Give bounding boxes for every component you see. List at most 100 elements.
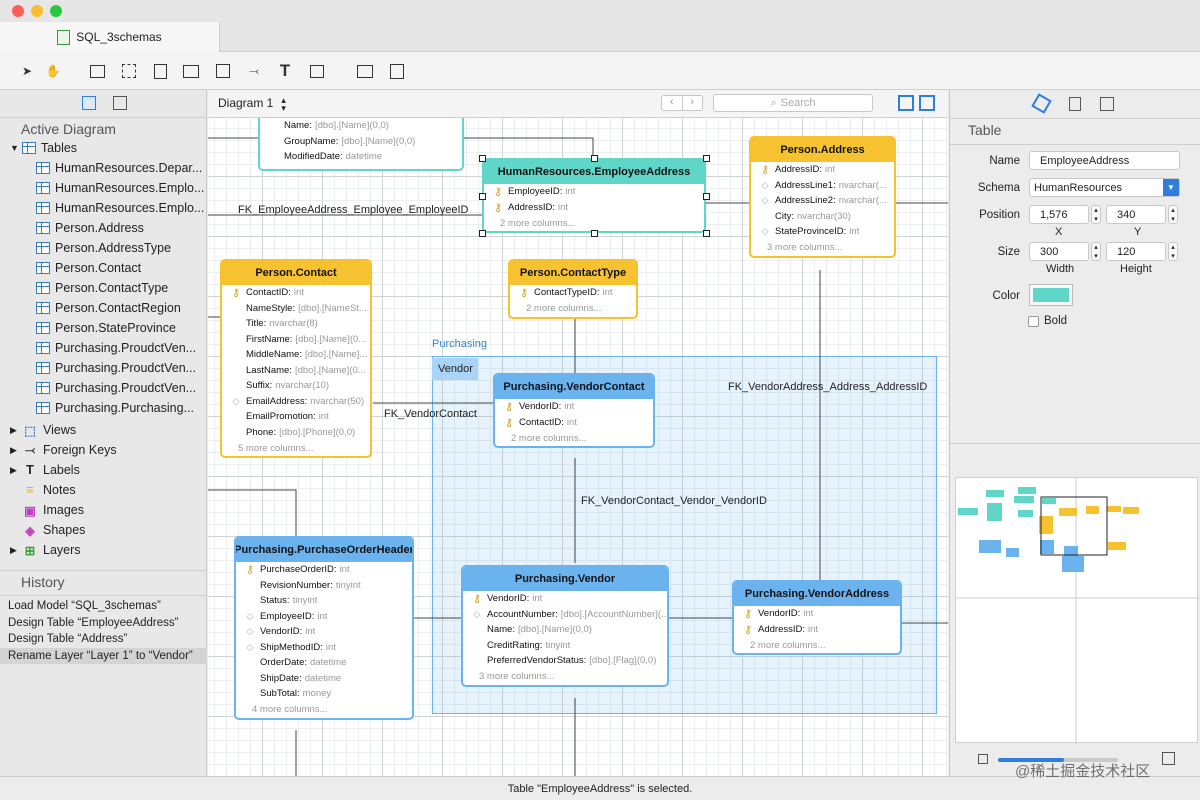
split-right-icon[interactable]: [919, 95, 935, 111]
table-vendoraddr[interactable]: Purchasing.VendorAddress ⚷ VendorID: int ⚷ Ad…: [732, 580, 902, 655]
minimize-window-button[interactable]: [31, 5, 43, 17]
sidebar-section-image[interactable]: ▣ Images: [0, 500, 207, 520]
sidebar-table-item[interactable]: Purchasing.ProudctVen...: [0, 338, 207, 358]
pointer-tool-icon[interactable]: ➤: [18, 62, 36, 80]
table-column-row[interactable]: GroupName: [dbo].[Name](0,0): [260, 134, 462, 150]
table-column-row[interactable]: CreditRating: tinyint: [463, 638, 667, 654]
image-icon[interactable]: [1100, 97, 1114, 111]
table-column-row[interactable]: PreferredVendorStatus: [dbo].[Flag](0,0): [463, 653, 667, 669]
diagram-selector[interactable]: Diagram 1 ▴ ▾: [218, 96, 286, 113]
table-column-row[interactable]: ◇ AddressLine1: nvarchar(...: [751, 178, 894, 194]
table-column-row[interactable]: FirstName: [dbo].[Name](0...: [222, 332, 370, 348]
table-column-row[interactable]: Suffix: nvarchar(10): [222, 378, 370, 394]
history-item[interactable]: Rename Layer “Layer 1” to “Vendor”: [0, 647, 207, 664]
x-stepper[interactable]: ▴ ▾: [1091, 205, 1101, 224]
table-column-row[interactable]: Name: [dbo].[Name](0,0): [260, 118, 462, 134]
table-column-row[interactable]: ModifiedDate: datetime: [260, 149, 462, 165]
table-column-row[interactable]: City: nvarchar(30): [751, 209, 894, 225]
sidebar-section-note[interactable]: ≡ Notes: [0, 480, 207, 500]
minimap[interactable]: [955, 477, 1199, 744]
view-tool-icon[interactable]: [120, 62, 138, 80]
diagram-tab-icon[interactable]: [82, 96, 96, 110]
height-stepper[interactable]: ▴ ▾: [1168, 242, 1178, 261]
more-columns[interactable]: 4 more columns...: [236, 702, 412, 718]
sidebar-table-item[interactable]: Person.ContactType: [0, 278, 207, 298]
fk-label[interactable]: FK_VendorContact: [384, 408, 477, 420]
more-columns[interactable]: 2 more columns...: [510, 301, 636, 317]
width-input[interactable]: 300: [1029, 242, 1089, 261]
table-column-row[interactable]: ⚷ ContactTypeID: int: [510, 285, 636, 301]
more-columns[interactable]: 2 more columns...: [484, 215, 704, 231]
table-poh[interactable]: Purchasing.PurchaseOrderHeader ⚷ PurchaseO…: [234, 536, 414, 720]
table-column-row[interactable]: Phone: [dbo].[Phone](0,0): [222, 425, 370, 441]
table-column-row[interactable]: ◇ EmployeeID: int: [236, 609, 412, 625]
table-column-row[interactable]: ◇ AddressLine2: nvarchar(...: [751, 193, 894, 209]
zoom-window-button[interactable]: [50, 5, 62, 17]
fk-label[interactable]: FK_EmployeeAddress_Employee_EmployeeID: [238, 204, 469, 216]
selection-handle[interactable]: [479, 230, 486, 237]
forward-icon[interactable]: ›: [683, 96, 703, 110]
table-contact[interactable]: Person.Contact ⚷ ContactID: int NameStyle: [d…: [220, 259, 372, 458]
history-item[interactable]: Design Table “Address”: [0, 631, 207, 647]
table-column-row[interactable]: ◇ AccountNumber: [dbo].[AccountNumber](...: [463, 607, 667, 623]
table-column-row[interactable]: ⚷ ContactID: int: [222, 285, 370, 301]
table-column-row[interactable]: NameStyle: [dbo].[NameSt...: [222, 301, 370, 317]
more-columns[interactable]: 2 more columns...: [495, 430, 653, 446]
table-contacttype[interactable]: Person.ContactType ⚷ ContactTypeID: int 2 mo…: [508, 259, 638, 319]
table-column-row[interactable]: ◇ ShipMethodID: int: [236, 640, 412, 656]
table-column-row[interactable]: ⚷ AddressID: int: [751, 162, 894, 178]
close-window-button[interactable]: [12, 5, 24, 17]
sidebar-table-item[interactable]: Purchasing.ProudctVen...: [0, 358, 207, 378]
table-column-row[interactable]: ◇ StateProvinceID: int: [751, 224, 894, 240]
diagram-canvas[interactable]: Vendor Purchasing FK_EmployeeAddress_Emp…: [208, 118, 948, 776]
more-columns[interactable]: 5 more columns...: [222, 440, 370, 456]
note-tool-icon[interactable]: [151, 62, 169, 80]
model-tab-icon[interactable]: [113, 96, 127, 110]
document-icon[interactable]: [1069, 97, 1081, 111]
preview-tool-icon[interactable]: [388, 62, 406, 80]
document-tab[interactable]: SQL_3schemas: [0, 22, 220, 52]
table-column-row[interactable]: EmailPromotion: int: [222, 409, 370, 425]
table-tool-icon[interactable]: [88, 62, 106, 80]
table-address[interactable]: Person.Address ⚷ AddressID: int ◇ AddressLine…: [749, 136, 896, 258]
sidebar-section-label[interactable]: ▶ T Labels: [0, 460, 207, 480]
height-input[interactable]: 120: [1106, 242, 1166, 261]
table-column-row[interactable]: ⚷ VendorID: int: [734, 606, 900, 622]
selection-handle[interactable]: [703, 155, 710, 162]
table-column-row[interactable]: Name: [dbo].[Name](0,0): [463, 622, 667, 638]
hand-tool-icon[interactable]: ✋: [44, 62, 62, 80]
history-item[interactable]: Load Model “SQL_3schemas”: [0, 598, 207, 614]
table-vendor[interactable]: Purchasing.Vendor ⚷ VendorID: int ◇ AccountNu…: [461, 565, 669, 687]
selection-handle[interactable]: [591, 155, 598, 162]
x-input[interactable]: 1,576: [1029, 205, 1089, 224]
sidebar-section-foreign-key[interactable]: ▶ ⤙ Foreign Keys: [0, 440, 207, 460]
more-columns[interactable]: 3 more columns...: [463, 669, 667, 685]
table-column-row[interactable]: ⚷ PurchaseOrderID: int: [236, 562, 412, 578]
sidebar-table-item[interactable]: Person.Address: [0, 218, 207, 238]
tables-group[interactable]: ▼ Tables: [0, 138, 207, 158]
table-vendorcontact[interactable]: Purchasing.VendorContact ⚷ VendorID: int ⚷ Co…: [493, 373, 655, 448]
table-column-row[interactable]: OrderDate: datetime: [236, 655, 412, 671]
sidebar-table-item[interactable]: Person.Contact: [0, 258, 207, 278]
fk-label[interactable]: FK_VendorAddress_Address_AddressID: [728, 381, 927, 393]
name-input[interactable]: EmployeeAddress: [1029, 151, 1180, 170]
schema-select[interactable]: HumanResources ▼: [1029, 178, 1180, 197]
shape-tool-icon[interactable]: [308, 62, 326, 80]
table-column-row[interactable]: ⚷ ContactID: int: [495, 415, 653, 431]
table-column-row[interactable]: ◇ EmailAddress: nvarchar(50): [222, 394, 370, 410]
cube-icon[interactable]: [1031, 93, 1052, 114]
color-well[interactable]: [1029, 284, 1073, 306]
table-column-row[interactable]: ⚷ AddressID: int: [734, 622, 900, 638]
sidebar-section-view[interactable]: ▶ ⬚ Views: [0, 420, 207, 440]
y-stepper[interactable]: ▴ ▾: [1168, 205, 1178, 224]
selection-handle[interactable]: [703, 230, 710, 237]
sidebar-table-item[interactable]: HumanResources.Depar...: [0, 158, 207, 178]
selection-handle[interactable]: [479, 155, 486, 162]
sidebar-table-item[interactable]: HumanResources.Emplo...: [0, 198, 207, 218]
fk-label[interactable]: FK_VendorContact_Vendor_VendorID: [581, 495, 767, 507]
image-tool-icon[interactable]: [182, 62, 200, 80]
label-tool-icon[interactable]: T: [276, 61, 294, 80]
width-stepper[interactable]: ▴ ▾: [1091, 242, 1101, 261]
selection-handle[interactable]: [703, 192, 710, 200]
back-icon[interactable]: ‹: [662, 96, 683, 110]
